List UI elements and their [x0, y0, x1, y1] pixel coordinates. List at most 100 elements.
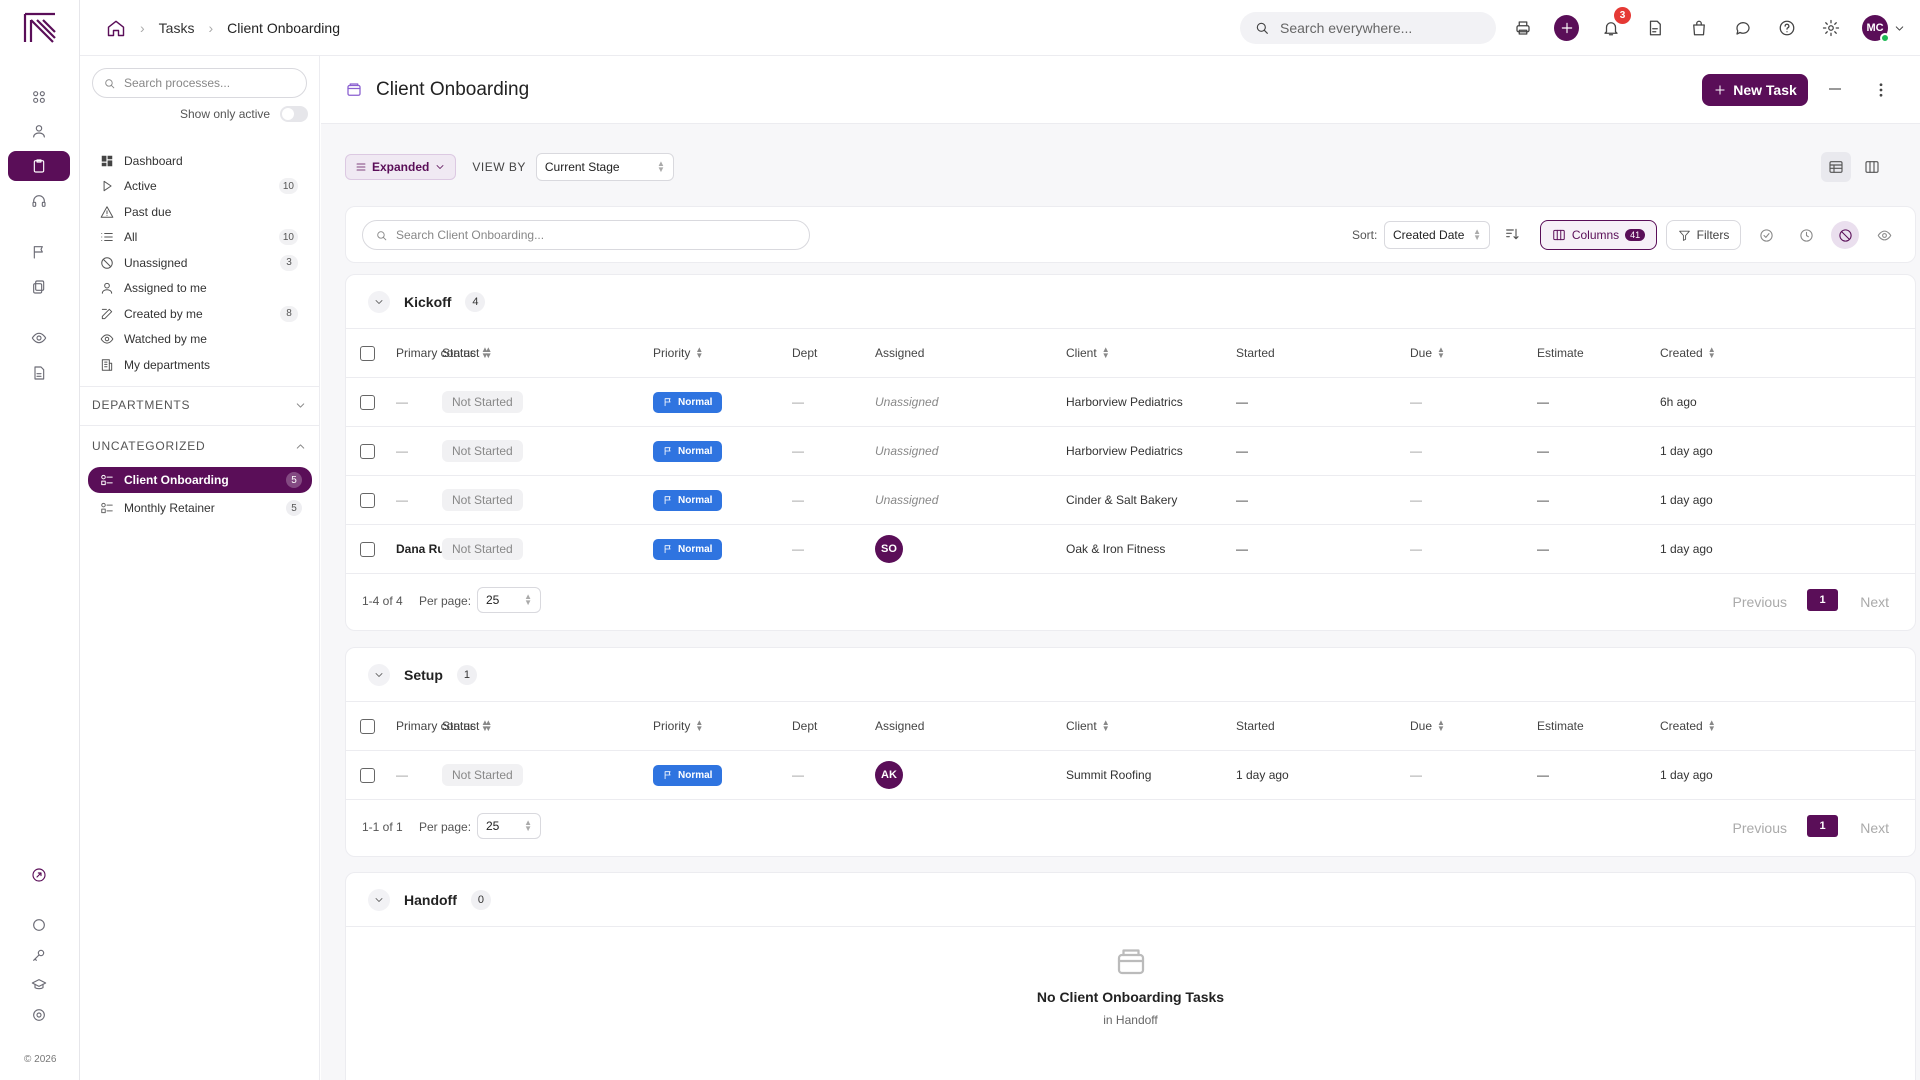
table-row[interactable]: Dana Ruiz Not Started Normal — SO Oak & … — [346, 525, 1915, 574]
nav-item-past-due[interactable]: Past due — [80, 199, 320, 225]
page-number-button[interactable]: 1 — [1807, 589, 1838, 611]
assignee-text[interactable]: Unassigned — [875, 395, 938, 409]
app-logo[interactable] — [22, 12, 58, 44]
table-row[interactable]: — Not Started Normal — Unassigned Harbor… — [346, 378, 1915, 427]
watch-filter-icon[interactable] — [1870, 221, 1898, 249]
task-search[interactable] — [362, 220, 810, 250]
process-search-input[interactable] — [124, 76, 294, 90]
process-client-onboarding[interactable]: Client Onboarding 5 — [88, 467, 312, 493]
sort-direction-icon[interactable] — [1504, 226, 1520, 242]
client-cell[interactable]: Harborview Pediatrics — [1066, 378, 1183, 426]
nav-item-active[interactable]: Active 10 — [80, 174, 320, 200]
process-search[interactable] — [92, 68, 307, 98]
page-number-button[interactable]: 1 — [1807, 815, 1838, 837]
nav-item-my-departments[interactable]: My departments — [80, 352, 320, 378]
document-icon[interactable] — [1642, 14, 1667, 42]
board-view-icon[interactable] — [1857, 152, 1887, 182]
gear-icon[interactable] — [1818, 14, 1843, 42]
select-all-checkbox[interactable] — [360, 345, 375, 361]
priority-badge[interactable]: Normal — [653, 764, 723, 786]
next-page-button[interactable]: Next — [1860, 820, 1889, 836]
rail-support-icon[interactable] — [8, 186, 70, 216]
rail-launch-icon[interactable] — [8, 860, 70, 890]
rail-settings-icon[interactable] — [8, 1000, 70, 1030]
minimize-icon[interactable] — [1829, 88, 1841, 90]
estimate-cell[interactable]: — — [1537, 427, 1549, 475]
priority-badge[interactable]: Normal — [653, 440, 723, 462]
previous-page-button[interactable]: Previous — [1733, 820, 1787, 836]
estimate-cell[interactable]: — — [1537, 378, 1549, 426]
rail-contacts-icon[interactable] — [8, 116, 70, 146]
assignee-avatar[interactable]: SO — [875, 535, 903, 563]
status-badge[interactable]: Not Started — [442, 440, 523, 462]
nav-item-assigned-to-me[interactable]: Assigned to me — [80, 276, 320, 302]
priority-badge[interactable]: Normal — [653, 538, 723, 560]
row-checkbox[interactable] — [360, 541, 375, 557]
col-client-header[interactable]: Client ▲ ▼ — [1066, 702, 1110, 750]
notifications-button[interactable]: 3 — [1598, 7, 1631, 42]
global-search-input[interactable] — [1280, 20, 1470, 36]
next-page-button[interactable]: Next — [1860, 594, 1889, 610]
priority-badge[interactable]: Normal — [653, 489, 723, 511]
row-checkbox[interactable] — [360, 492, 375, 508]
rail-key-icon[interactable] — [8, 940, 70, 970]
col-client-header[interactable]: Client ▲ ▼ — [1066, 329, 1110, 377]
col-priority-header[interactable]: Priority ▲ ▼ — [653, 702, 703, 750]
col-created-header[interactable]: Created ▲ ▼ — [1660, 702, 1716, 750]
status-badge[interactable]: Not Started — [442, 764, 523, 786]
col-status-header[interactable]: Status ▲ ▼ — [442, 702, 489, 750]
collapse-chevron-icon[interactable] — [368, 290, 390, 313]
columns-button[interactable]: Columns 41 — [1540, 220, 1657, 250]
per-page-select[interactable]: 25 ▲ ▼ — [477, 813, 541, 839]
quick-add-button[interactable] — [1554, 14, 1579, 42]
nav-item-unassigned[interactable]: Unassigned 3 — [80, 250, 320, 276]
printer-icon[interactable] — [1510, 14, 1535, 42]
process-monthly-retainer[interactable]: Monthly Retainer 5 — [88, 495, 312, 521]
hide-blocked-filter-icon[interactable] — [1831, 221, 1859, 249]
departments-section-toggle[interactable]: DEPARTMENTS — [92, 394, 307, 416]
assignee-avatar[interactable]: AK — [875, 761, 903, 789]
help-icon[interactable] — [1774, 14, 1799, 42]
table-row[interactable]: — Not Started Normal — Unassigned Harbor… — [346, 427, 1915, 476]
nav-item-created-by-me[interactable]: Created by me 8 — [80, 301, 320, 327]
rail-watch-icon[interactable] — [8, 323, 70, 353]
group-header[interactable]: Setup 1 — [346, 648, 1915, 702]
col-status-header[interactable]: Status ▲ ▼ — [442, 329, 489, 377]
nav-item-watched-by-me[interactable]: Watched by me — [80, 327, 320, 353]
new-task-button[interactable]: New Task — [1702, 74, 1808, 106]
col-created-header[interactable]: Created ▲ ▼ — [1660, 329, 1716, 377]
rail-apps-icon[interactable] — [8, 82, 70, 112]
select-all-checkbox[interactable] — [360, 718, 375, 734]
collapse-chevron-icon[interactable] — [368, 888, 390, 911]
clock-filter-icon[interactable] — [1792, 221, 1820, 249]
priority-badge[interactable]: Normal — [653, 391, 723, 413]
filters-button[interactable]: Filters — [1666, 220, 1741, 250]
client-cell[interactable]: Harborview Pediatrics — [1066, 427, 1183, 475]
sort-select[interactable]: Created Date ▲ ▼ — [1384, 221, 1490, 249]
row-checkbox[interactable] — [360, 443, 375, 459]
client-cell[interactable]: Summit Roofing — [1066, 751, 1151, 799]
row-checkbox[interactable] — [360, 394, 375, 410]
client-cell[interactable]: Cinder & Salt Bakery — [1066, 476, 1177, 524]
collapse-chevron-icon[interactable] — [368, 663, 390, 686]
uncategorized-section-toggle[interactable]: UNCATEGORIZED — [92, 435, 307, 457]
due-cell[interactable]: — — [1410, 427, 1422, 475]
rail-learn-icon[interactable] — [8, 970, 70, 1000]
status-badge[interactable]: Not Started — [442, 538, 523, 560]
table-row[interactable]: — Not Started Normal — Unassigned Cinder… — [346, 476, 1915, 525]
client-cell[interactable]: Oak & Iron Fitness — [1066, 525, 1165, 573]
home-icon[interactable] — [106, 18, 126, 38]
assignee-text[interactable]: Unassigned — [875, 493, 938, 507]
estimate-cell[interactable]: — — [1537, 525, 1549, 573]
per-page-select[interactable]: 25 ▲ ▼ — [477, 587, 541, 613]
show-only-active-toggle[interactable] — [280, 106, 309, 122]
status-badge[interactable]: Not Started — [442, 489, 523, 511]
col-priority-header[interactable]: Priority ▲ ▼ — [653, 329, 703, 377]
task-search-input[interactable] — [396, 228, 796, 242]
status-badge[interactable]: Not Started — [442, 391, 523, 413]
nav-item-all[interactable]: All 10 — [80, 225, 320, 251]
table-view-icon[interactable] — [1821, 152, 1851, 182]
col-due-header[interactable]: Due ▲ ▼ — [1410, 702, 1445, 750]
due-cell[interactable]: — — [1410, 751, 1422, 799]
table-row[interactable]: — Not Started Normal — AK Summit Roofing… — [346, 751, 1915, 800]
